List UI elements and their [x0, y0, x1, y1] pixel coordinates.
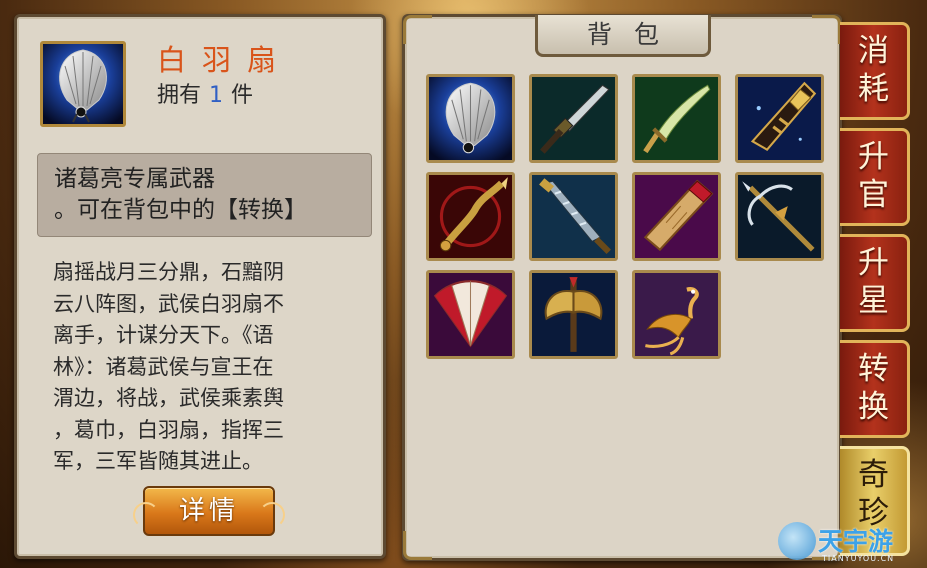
owned-count: 1 — [209, 83, 224, 108]
description-line: 渭边，将战，武侯乘素舆 — [53, 386, 284, 410]
description-line: 扇摇战月三分鼎，石黯阴 — [53, 260, 284, 284]
description-line: 林》：诸葛武侯与宣王在 — [53, 354, 274, 379]
bag-slot-golden-halberd-spear[interactable] — [735, 172, 824, 261]
bag-slot-white-feather-fan[interactable] — [426, 74, 515, 163]
item-thumbnail — [40, 41, 126, 127]
site-watermark: 天宇游 TIANYUYOU.CN — [778, 520, 927, 568]
corner-ornament — [403, 15, 432, 44]
bag-slot-red-scroll[interactable] — [632, 172, 721, 261]
item-summary-box: 诸葛亮专属武器 。可在背包中的【转换】 — [37, 153, 372, 237]
item-name: 白羽扇 — [157, 43, 293, 77]
corner-ornament — [403, 531, 432, 560]
summary-line: 。可在背包中的【转换】 — [54, 197, 307, 223]
tab-label: 升官 — [858, 139, 889, 213]
tab-promotion[interactable]: 升官 — [840, 128, 910, 226]
bag-slot-black-blade-sword[interactable] — [529, 74, 618, 163]
bag-slot-green-jade-broadsword[interactable] — [632, 74, 721, 163]
button-ornament-right — [259, 502, 285, 528]
details-button[interactable]: 详情 — [133, 486, 285, 536]
golden-command-token-blade-icon — [738, 77, 821, 160]
white-feather-fan-icon — [43, 44, 123, 124]
details-button-label: 详情 — [178, 496, 239, 526]
owned-unit: 件 — [231, 83, 254, 108]
red-scroll-bamboo-slip-icon — [635, 175, 718, 258]
corner-ornament — [812, 15, 841, 44]
watermark-url: TIANYUYOU.CN — [822, 554, 895, 563]
bag-slot-red-folding-fan[interactable] — [426, 270, 515, 359]
steel-serrated-blade-icon — [532, 175, 615, 258]
button-ornament-left — [133, 502, 159, 528]
owned-count-row: 拥有 1 件 — [157, 77, 253, 109]
item-description: 扇摇战月三分鼎，石黯阴 云八阵图，武侯白羽扇不 离手，计谋分天下。《语 林》：诸… — [53, 257, 359, 478]
bag-title: 背包 — [535, 15, 711, 57]
bag-slot-golden-battle-axe[interactable] — [529, 270, 618, 359]
tab-convert[interactable]: 转换 — [840, 340, 910, 438]
summary-line: 诸葛亮专属武器 — [54, 166, 215, 192]
bag-panel: 背包 — [402, 14, 842, 561]
white-feather-fan-icon — [429, 77, 512, 160]
bag-slot-golden-phoenix[interactable] — [632, 270, 721, 359]
flaming-serpent-spear-icon — [429, 175, 512, 258]
golden-battle-axe-icon — [532, 273, 615, 356]
tab-star-up[interactable]: 升星 — [840, 234, 910, 332]
watermark-logo-icon — [778, 522, 816, 560]
tab-label: 转换 — [858, 351, 889, 425]
tab-label: 消耗 — [858, 33, 889, 107]
green-jade-broadsword-icon — [635, 77, 718, 160]
bag-grid — [426, 74, 824, 359]
golden-phoenix-icon — [635, 273, 718, 356]
description-line: 云八阵图，武侯白羽扇不 — [53, 291, 284, 316]
description-line: 军，三军皆随其进止。 — [53, 449, 263, 473]
tab-consumables[interactable]: 消耗 — [840, 22, 910, 120]
owned-label: 拥有 — [157, 83, 202, 108]
red-folding-fan-icon — [429, 273, 512, 356]
bag-slot-golden-command-token-blade[interactable] — [735, 74, 824, 163]
black-blade-sword-icon — [532, 77, 615, 160]
tab-label: 升星 — [858, 245, 889, 319]
description-line: ，葛巾，白羽扇，指挥三 — [53, 417, 284, 442]
item-detail-panel: 白羽扇 拥有 1 件 诸葛亮专属武器 。可在背包中的【转换】 扇摇战月三分鼎，石黯阴… — [14, 14, 386, 559]
golden-halberd-spear-icon — [738, 175, 821, 258]
bag-slot-flaming-serpent-spear[interactable] — [426, 172, 515, 261]
description-line: 离手，计谋分天下。《语 — [53, 323, 274, 347]
bag-slot-steel-serrated-blade[interactable] — [529, 172, 618, 261]
watermark-text: 天宇游 — [818, 527, 894, 556]
